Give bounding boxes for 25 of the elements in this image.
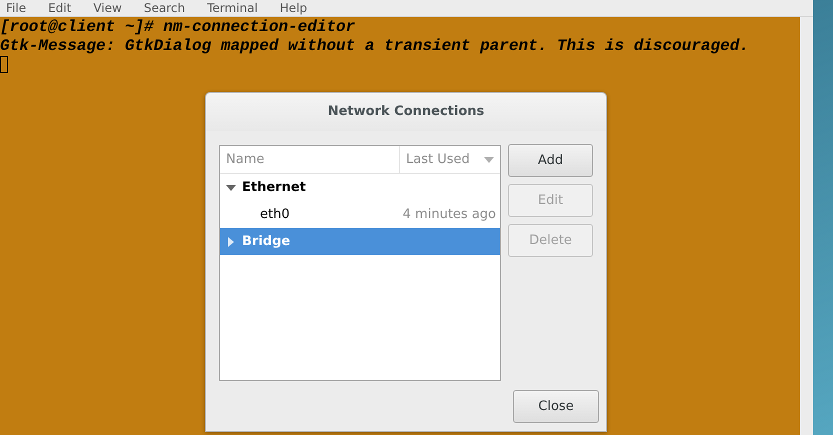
close-button[interactable]: Close [513, 390, 599, 423]
terminal-line: [root@client ~]# nm-connection-editor [0, 18, 356, 37]
group-name: Bridge [242, 234, 290, 249]
text-cursor [0, 56, 8, 73]
expander-icon[interactable] [226, 182, 236, 192]
menu-item[interactable]: Terminal [207, 1, 258, 15]
menu-item[interactable]: View [93, 1, 122, 15]
column-header[interactable]: Last Used [400, 146, 500, 173]
last-used: 4 minutes ago [402, 207, 497, 222]
group-name: Ethernet [242, 180, 306, 195]
group-row[interactable]: Bridge [220, 228, 500, 255]
dialog-title: Network Connections [206, 93, 606, 131]
terminal-line: Gtk-Message: GtkDialog mapped without a transient parent. This is discouraged. [0, 37, 750, 56]
dialog-button[interactable]: Add [508, 144, 593, 177]
menu-item[interactable]: Search [144, 1, 186, 15]
menu-item[interactable]: Edit [48, 1, 72, 15]
expander-icon[interactable] [226, 236, 236, 246]
column-header[interactable]: Name [220, 146, 400, 173]
menu-item[interactable]: File [6, 1, 26, 15]
group-row[interactable]: Ethernet [220, 174, 500, 201]
connection-row[interactable]: eth0 4 minutes ago [220, 201, 500, 228]
connection-name: eth0 [260, 207, 290, 222]
sort-arrow-icon [484, 156, 494, 162]
column-title: Last Used [406, 152, 470, 167]
menu-item[interactable]: Help [280, 1, 308, 15]
